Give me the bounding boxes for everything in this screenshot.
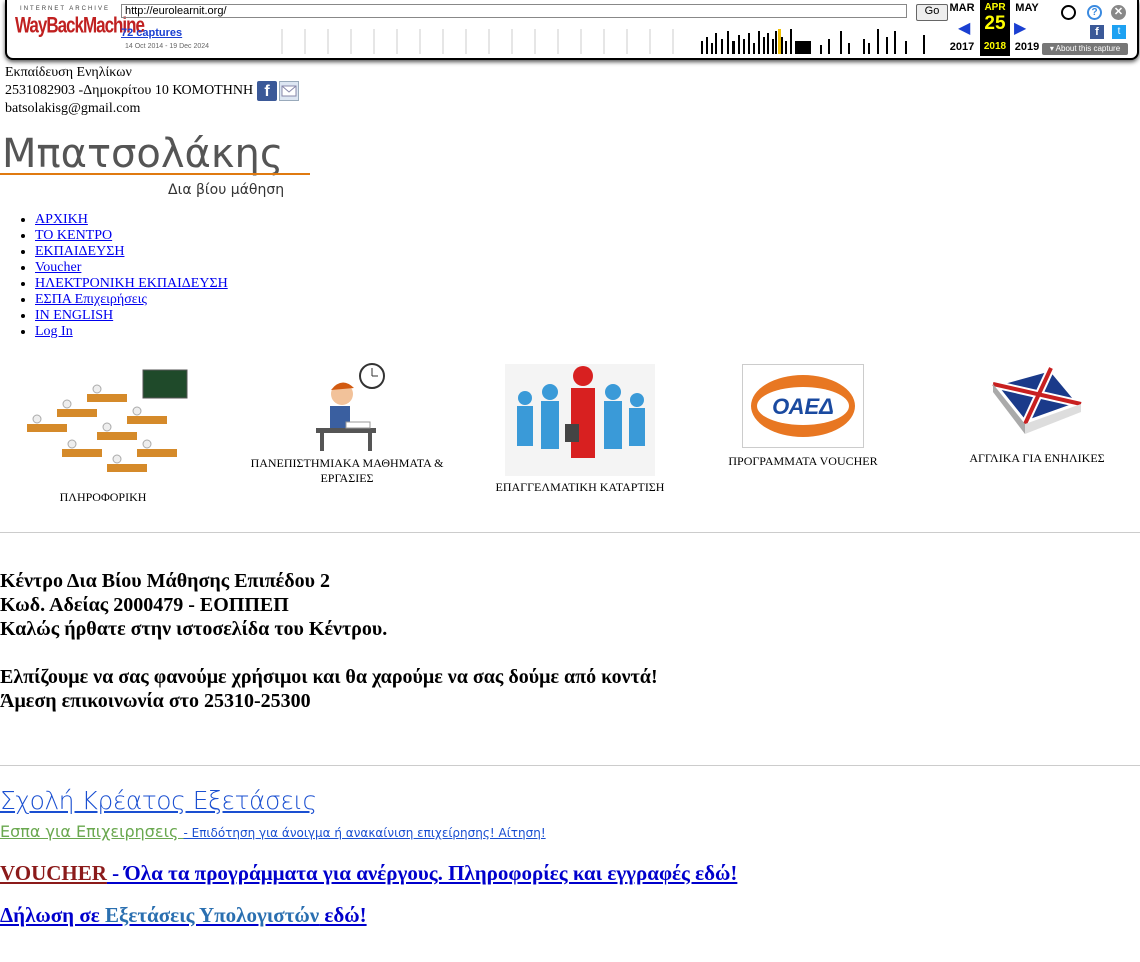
main-nav: ΑΡΧΙΚΗ ΤΟ ΚΕΝΤΡΟ ΕΚΠΑΙΔΕΥΣΗ Voucher ΗΛΕΚ… bbox=[0, 212, 228, 340]
espa-link-desc: - Επιδότηση για άνοιγμα ή ανακαίνιση επι… bbox=[183, 826, 546, 840]
welcome-line-2: Κωδ. Αδείας 2000479 - ΕΟΠΠΕΠ bbox=[0, 594, 289, 616]
oaed-logo-text: ΟΑΕΔ bbox=[757, 387, 849, 425]
nav-education[interactable]: ΕΚΠΑΙΔΕΥΣΗ bbox=[35, 244, 124, 259]
wayback-logo-top: INTERNET ARCHIVE bbox=[20, 6, 110, 12]
category-it-label: ΠΛΗΡΟΦΟΡΙΚΗ bbox=[59, 490, 147, 504]
current-capture-date: APR 25 2018 bbox=[980, 0, 1010, 56]
nav-e-learning[interactable]: ΗΛΕΚΤΡΟΝΙΚΗ ΕΚΠΑΙΔΕΥΣΗ bbox=[35, 276, 228, 291]
email-icon[interactable] bbox=[279, 81, 300, 101]
current-month: APR bbox=[984, 2, 1006, 13]
voucher-link-title: VOUCHER bbox=[0, 861, 107, 885]
facebook-icon[interactable]: f bbox=[257, 81, 278, 101]
uk-book-image bbox=[987, 364, 1087, 434]
wayback-logo[interactable]: INTERNET ARCHIVE WayBackMachine bbox=[15, 6, 145, 46]
welcome-line-4: Ελπίζουμε να σας φανούμε χρήσιμοι και θα… bbox=[0, 666, 658, 688]
category-university[interactable]: ΠΑΝΕΠΙΣΤΗΜΙΑΚΑ ΜΑΘΗΜΑΤΑ & ΕΡΓΑΣΙΕΣ bbox=[242, 362, 452, 486]
oaed-logo: ΟΑΕΔ bbox=[742, 364, 864, 448]
category-university-label: ΠΑΝΕΠΙΣΤΗΜΙΑΚΑ ΜΑΘΗΜΑΤΑ & ΕΡΓΑΣΙΕΣ bbox=[250, 456, 444, 485]
captures-sparkline[interactable] bbox=[275, 27, 947, 54]
category-voucher-label: ΠΡΟΓΡΑΜΜΑΤΑ VOUCHER bbox=[728, 454, 878, 468]
voucher-link[interactable]: VOUCHER - Όλα τα προγράμματα για ανέργου… bbox=[0, 861, 737, 886]
welcome-line-3: Καλώς ήρθατε στην ιστοσελίδα του Κέντρου… bbox=[0, 618, 388, 640]
welcome-line-5: Άμεση επικοινωνία στο 25310-25300 bbox=[0, 690, 311, 712]
close-icon[interactable]: ✕ bbox=[1111, 5, 1126, 20]
capture-range: 14 Oct 2014 - 19 Dec 2024 bbox=[125, 43, 210, 50]
voucher-link-desc: - Όλα τα προγράμματα για ανέργους. Πληρο… bbox=[106, 861, 738, 885]
category-english[interactable]: ΑΓΓΛΙΚΑ ΓΙΑ ΕΝΗΛΙΚΕΣ bbox=[956, 364, 1118, 466]
welcome-text: Κέντρο Δια Βίου Μάθησης Επιπέδου 2 Κωδ. … bbox=[0, 569, 658, 713]
nav-login[interactable]: Log In bbox=[35, 324, 73, 339]
prev-capture-icon[interactable]: ◀ bbox=[958, 18, 970, 38]
nav-english[interactable]: IN ENGLISH bbox=[35, 308, 113, 323]
facebook-share-icon[interactable]: f bbox=[1090, 25, 1104, 39]
prev-year[interactable]: 2017 bbox=[945, 41, 979, 53]
contact-email: batsolakisg@gmail.com bbox=[5, 101, 141, 116]
exam-link-prefix: Δήλωση σε bbox=[0, 903, 105, 927]
welcome-line-1: Κέντρο Δια Βίου Μάθησης Επιπέδου 2 bbox=[0, 570, 330, 592]
nav-home[interactable]: ΑΡΧΙΚΗ bbox=[35, 212, 88, 227]
category-english-label: ΑΓΓΛΙΚΑ ΓΙΑ ΕΝΗΛΙΚΕΣ bbox=[969, 451, 1105, 465]
category-vocational-label: ΕΠΑΓΓΕΛΜΑΤΙΚΗ ΚΑΤΑΡΤΙΣΗ bbox=[495, 480, 665, 494]
user-icon[interactable] bbox=[1061, 5, 1076, 20]
nav-espa[interactable]: ΕΣΠΑ Επιχειρήσεις bbox=[35, 292, 147, 307]
current-day: 25 bbox=[984, 13, 1006, 34]
contact-phone-address: 2531082903 -Δημοκρίτου 10 ΚΟΜΟΤΗΝΗ bbox=[5, 83, 254, 98]
category-it[interactable]: ΠΛΗΡΟΦΟΡΙΚΗ bbox=[15, 364, 191, 505]
nav-center[interactable]: ΤΟ ΚΕΝΤΡΟ bbox=[35, 228, 112, 243]
about-capture-label: About this capture bbox=[1055, 44, 1121, 53]
category-voucher[interactable]: ΟΑΕΔ ΠΡΟΓΡΑΜΜΑΤΑ VOUCHER bbox=[718, 364, 888, 469]
business-people-image bbox=[505, 364, 655, 476]
divider-1 bbox=[0, 532, 1140, 533]
site-logo[interactable]: Μπατσολάκης Δια βίου μάθηση bbox=[0, 122, 312, 202]
nav-voucher[interactable]: Voucher bbox=[35, 260, 81, 275]
next-month[interactable]: MAY bbox=[1010, 2, 1044, 14]
prev-month[interactable]: MAR bbox=[945, 2, 979, 14]
wayback-toolbar: INTERNET ARCHIVE WayBackMachine http://e… bbox=[5, 0, 1139, 60]
wayback-url-input[interactable]: http://eurolearnit.org/ bbox=[121, 4, 907, 18]
wayback-logo-main: WayBackMachine bbox=[15, 13, 145, 38]
student-image bbox=[316, 363, 385, 451]
espa-link[interactable]: Εσπα για Επιχειρησεις - Επιδότηση για άν… bbox=[0, 822, 546, 841]
espa-link-title: Εσπα για Επιχειρησεις bbox=[0, 822, 184, 841]
go-button[interactable]: Go bbox=[916, 4, 948, 21]
category-vocational[interactable]: ΕΠΑΓΓΕΛΜΑΤΙΚΗ ΚΑΤΑΡΤΙΣΗ bbox=[495, 364, 665, 495]
about-capture-button[interactable]: ▾ About this capture bbox=[1042, 43, 1128, 55]
exam-link-main: Εξετάσεις Υπολογιστών bbox=[105, 903, 320, 927]
contact-line-1: Εκπαίδευση Ενηλίκων bbox=[5, 65, 132, 80]
twitter-share-icon[interactable]: t bbox=[1112, 25, 1126, 39]
next-year[interactable]: 2019 bbox=[1010, 41, 1044, 53]
captures-link[interactable]: 72 captures bbox=[121, 27, 182, 39]
current-year: 2018 bbox=[983, 41, 1007, 52]
classroom-image bbox=[27, 369, 188, 472]
contact-info: Εκπαίδευση Ενηλίκων 2531082903 -Δημοκρίτ… bbox=[5, 65, 300, 117]
logo-name: Μπατσολάκης bbox=[2, 131, 283, 177]
logo-tagline: Δια βίου μάθηση bbox=[168, 182, 284, 198]
school-exams-link[interactable]: Σχολή Κρέατος Εξετάσεις bbox=[0, 786, 317, 815]
exam-registration-link[interactable]: Δήλωση σε Εξετάσεις Υπολογιστών εδώ! bbox=[0, 903, 367, 928]
exam-link-suffix: εδώ! bbox=[319, 903, 367, 927]
divider-2 bbox=[0, 765, 1140, 766]
help-icon[interactable]: ? bbox=[1087, 5, 1102, 20]
next-capture-icon[interactable]: ▶ bbox=[1014, 18, 1026, 38]
